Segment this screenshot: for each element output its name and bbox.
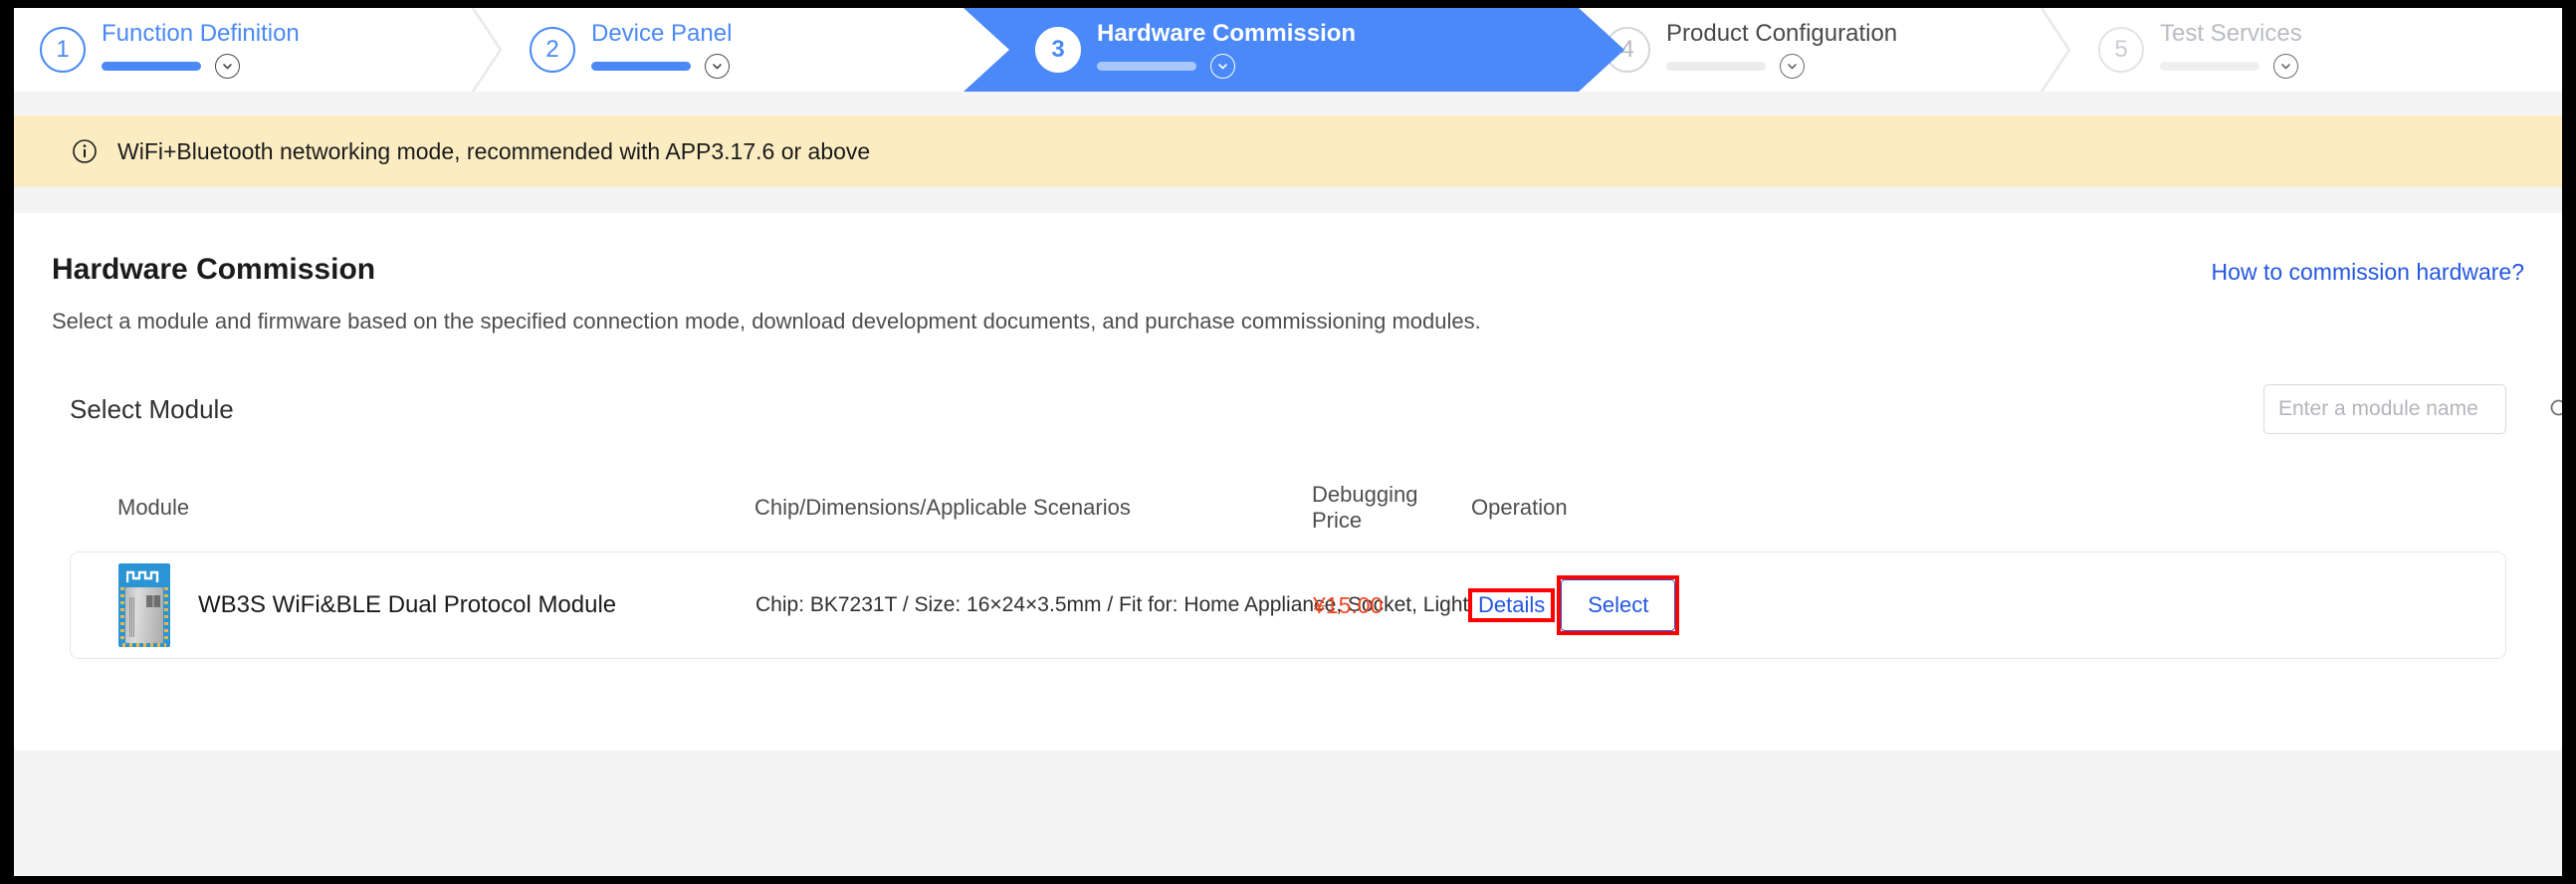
- step-function-definition[interactable]: 1 Function Definition: [14, 8, 504, 92]
- spacer: [14, 92, 2562, 115]
- details-annotation: Details: [1467, 588, 1556, 622]
- solder-pads-left: [120, 587, 124, 643]
- module-price: ¥15.00: [1313, 591, 1384, 618]
- step-2-progress-bar: [591, 61, 691, 71]
- module-name: WB3S WiFi&BLE Dual Protocol Module: [198, 591, 617, 618]
- step-product-configuration[interactable]: 4 Product Configuration: [1579, 8, 2072, 92]
- info-banner: WiFi+Bluetooth networking mode, recommen…: [14, 115, 2562, 187]
- app-frame: 1 Function Definition 2 Device Panel 3 H…: [14, 8, 2562, 876]
- solder-pads-right: [164, 587, 168, 643]
- info-circle-icon: [72, 138, 98, 164]
- module-search-box[interactable]: [2263, 384, 2562, 434]
- module-label-text: [129, 597, 135, 637]
- how-to-commission-link[interactable]: How to commission hardware?: [2212, 253, 2524, 286]
- step-separator: [471, 8, 505, 92]
- step-hardware-commission[interactable]: 3 Hardware Commission: [964, 8, 1624, 92]
- chevron-down-icon[interactable]: [1210, 53, 1235, 79]
- select-module-heading: Select Module: [70, 393, 234, 424]
- step-2-number: 2: [530, 27, 575, 73]
- select-button[interactable]: Select: [1561, 579, 1676, 631]
- step-1-progress-bar: [102, 61, 201, 71]
- step-5-number: 5: [2098, 27, 2144, 73]
- module-table: Module Chip/Dimensions/Applicable Scenar…: [52, 482, 2524, 659]
- step-2-label: Device Panel: [591, 20, 733, 48]
- step-arrow-right: [1579, 8, 1624, 92]
- step-3-number: 3: [1035, 27, 1081, 73]
- header-module: Module: [117, 495, 190, 520]
- hardware-commission-card: Hardware Commission How to commission ha…: [14, 213, 2562, 751]
- solder-pads-bottom: [122, 643, 166, 647]
- page-description: Select a module and firmware based on th…: [52, 309, 1481, 333]
- table-header-row: Module Chip/Dimensions/Applicable Scenar…: [70, 482, 2506, 534]
- step-4-label: Product Configuration: [1666, 20, 1898, 48]
- operation-cell: Details Select: [1467, 575, 1680, 635]
- step-3-label: Hardware Commission: [1097, 20, 1357, 48]
- page-title: Hardware Commission: [52, 253, 376, 286]
- header-chip: Chip/Dimensions/Applicable Scenarios: [754, 495, 1131, 520]
- module-qr-code: [146, 595, 160, 607]
- step-1-number: 1: [40, 27, 86, 73]
- search-icon[interactable]: [2548, 397, 2562, 421]
- module-cell: WB3S WiFi&BLE Dual Protocol Module: [118, 563, 755, 647]
- table-row[interactable]: WB3S WiFi&BLE Dual Protocol Module Chip:…: [70, 552, 2506, 659]
- header-price: Debugging Price: [1312, 482, 1418, 533]
- step-device-panel[interactable]: 2 Device Panel: [504, 8, 1009, 92]
- step-5-progress-bar: [2160, 61, 2259, 71]
- info-banner-text: WiFi+Bluetooth networking mode, recommen…: [117, 137, 871, 164]
- step-3-progress-bar: [1097, 61, 1196, 71]
- step-separator: [2039, 8, 2073, 92]
- step-5-label: Test Services: [2160, 20, 2302, 48]
- step-1-label: Function Definition: [102, 20, 300, 48]
- details-link[interactable]: Details: [1472, 588, 1552, 621]
- search-input[interactable]: [2278, 397, 2548, 421]
- wb3s-module-image: [118, 563, 170, 647]
- progress-stepper: 1 Function Definition 2 Device Panel 3 H…: [14, 8, 2562, 92]
- module-specs: Chip: BK7231T / Size: 16×24×3.5mm / Fit …: [755, 593, 1469, 616]
- chevron-down-icon[interactable]: [1780, 53, 1805, 79]
- antenna-trace: [125, 569, 162, 583]
- header-operation: Operation: [1471, 495, 1568, 520]
- step-4-progress-bar: [1666, 61, 1766, 71]
- step-test-services[interactable]: 5 Test Services: [2072, 8, 2562, 92]
- select-annotation: Select: [1557, 575, 1680, 635]
- spacer: [14, 187, 2562, 213]
- chevron-down-icon[interactable]: [215, 53, 240, 79]
- chevron-down-icon[interactable]: [2273, 53, 2298, 79]
- chevron-down-icon[interactable]: [705, 53, 730, 79]
